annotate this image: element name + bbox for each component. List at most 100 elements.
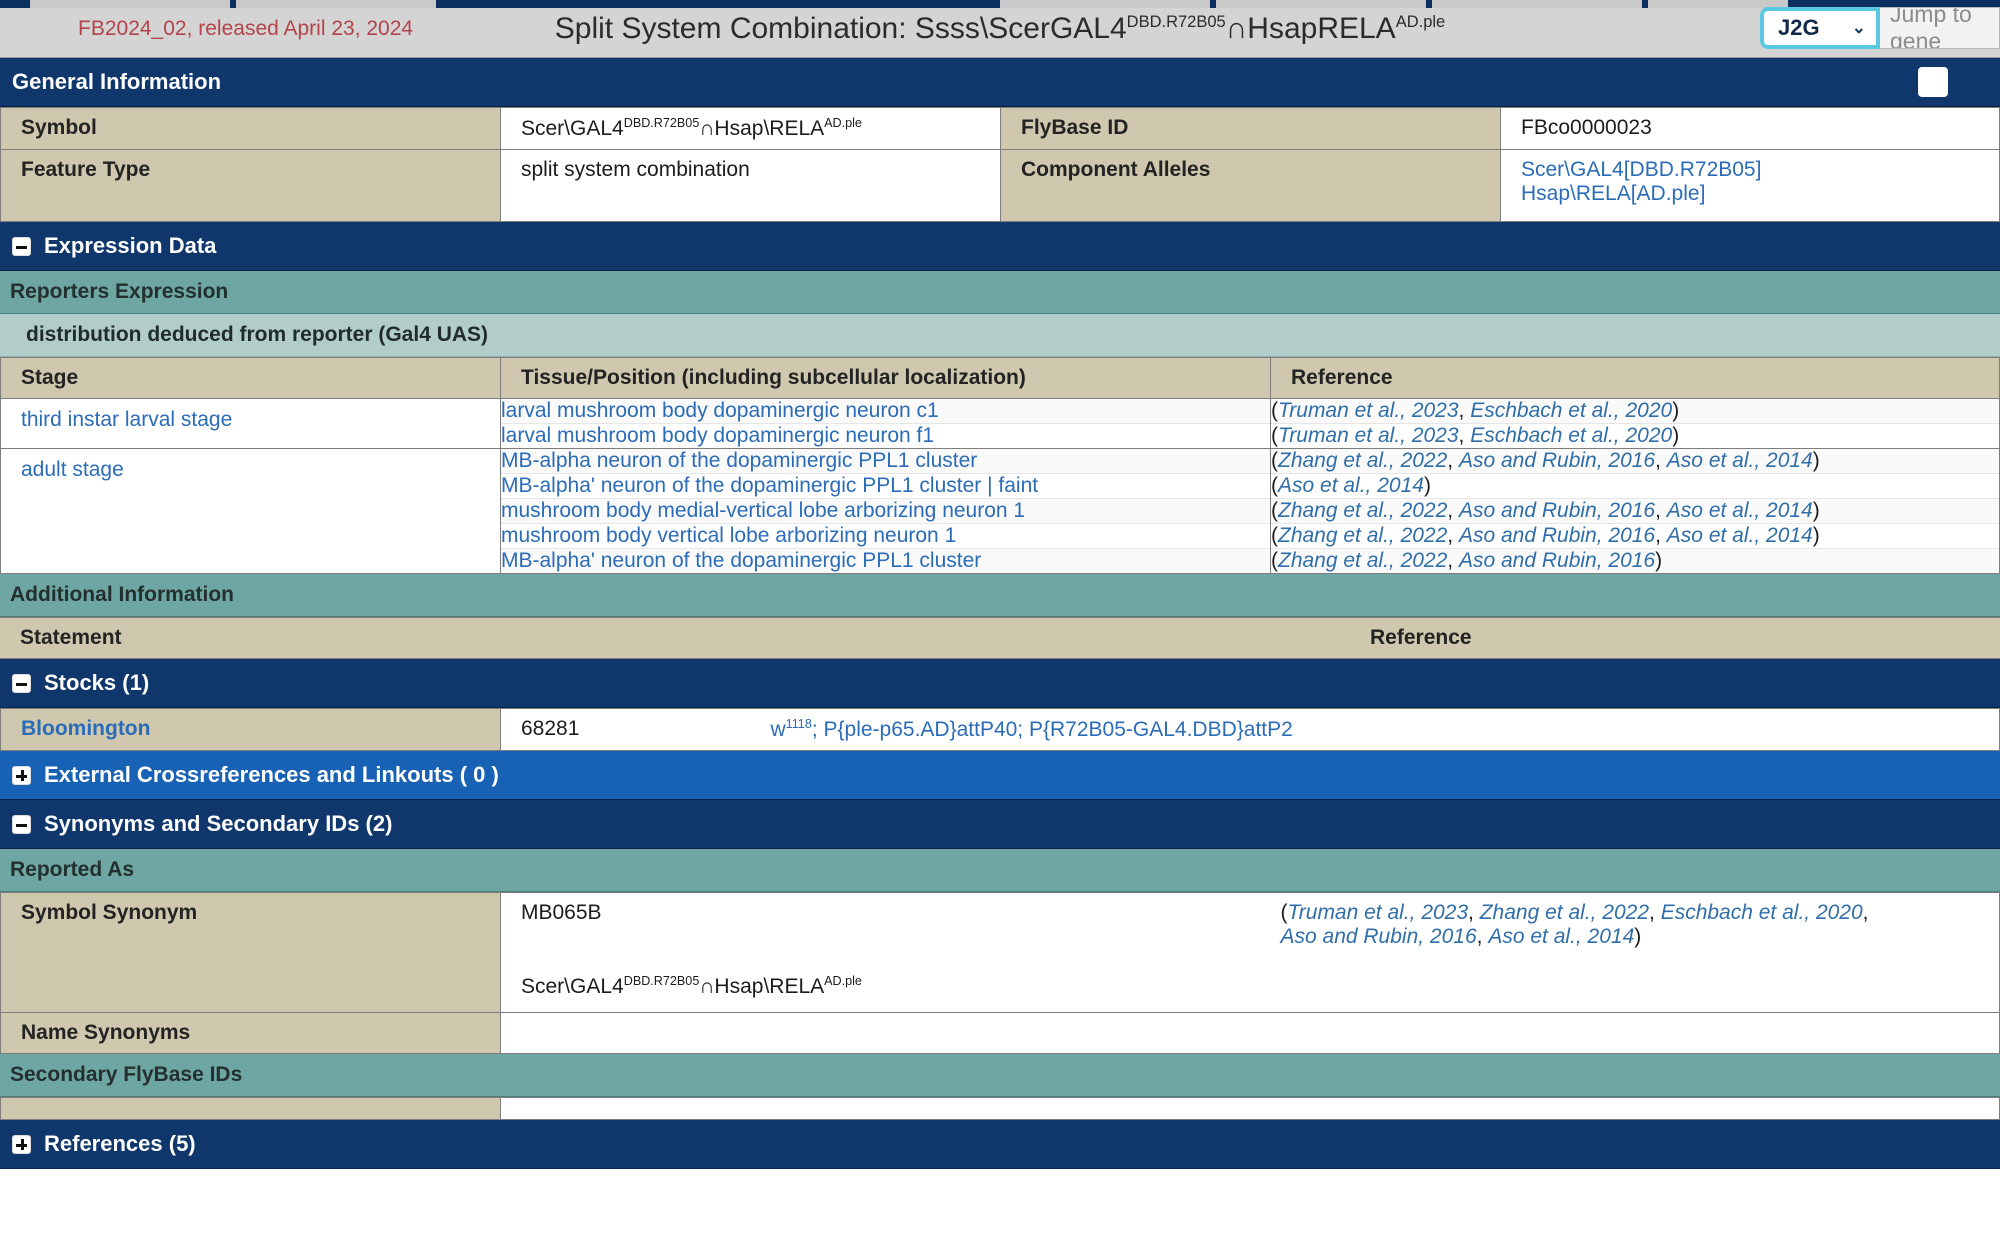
general-information-table: Symbol Scer\GAL4DBD.R72B05∩Hsap\RELAAD.p…	[0, 107, 2000, 222]
tissue-link[interactable]: mushroom body vertical lobe arborizing n…	[501, 524, 956, 547]
browser-tab[interactable]	[236, 0, 436, 8]
column-header-reference: Reference	[1360, 618, 2000, 659]
tissue-cell: MB-alpha' neuron of the dopaminergic PPL…	[501, 549, 1270, 574]
jump-search-placeholder: Jump to gene	[1890, 7, 1989, 49]
subsection-secondary-flybase-ids: Secondary FlyBase IDs	[0, 1054, 2000, 1097]
reference-link[interactable]: Zhang et al., 2022	[1480, 901, 1649, 924]
stage-link[interactable]: third instar larval stage	[21, 408, 232, 431]
reference-link[interactable]: Eschbach et al., 2020	[1661, 901, 1863, 924]
browser-tab[interactable]	[30, 0, 230, 8]
table-row: third instar larval stage larval mushroo…	[1, 399, 2000, 449]
symbol-synonym-value: MB065B	[501, 893, 1271, 966]
stocks-table: Bloomington 68281 w1118; P{ple-p65.AD}at…	[0, 708, 2000, 751]
browser-tab[interactable]	[1000, 0, 1210, 8]
tissue-link[interactable]: larval mushroom body dopaminergic neuron…	[501, 424, 934, 447]
page-title-superscript-2: AD.ple	[1396, 13, 1446, 31]
symbol-synonym-2-mid: ∩Hsap\RELA	[699, 975, 824, 998]
reference-link[interactable]: Eschbach et al., 2020	[1470, 399, 1672, 422]
paren-close: )	[1672, 399, 1679, 422]
stock-center-cell: Bloomington	[1, 709, 501, 751]
flybase-id-value: FBco0000023	[1501, 108, 2000, 150]
list-item: mushroom body medial-vertical lobe arbor…	[501, 499, 1270, 524]
rss-feed-icon[interactable]	[1918, 67, 1948, 97]
stage-link[interactable]: adult stage	[21, 458, 124, 481]
reference-link[interactable]: Aso et al., 2014	[1667, 499, 1813, 522]
section-header-general-information[interactable]: General Information	[0, 58, 2000, 107]
list-item: (Aso et al., 2014)	[1271, 474, 1999, 499]
secondary-id-value	[501, 1098, 2000, 1120]
table-row: Feature Type split system combination Co…	[1, 150, 2000, 222]
reference-link[interactable]: Zhang et al., 2022	[1278, 524, 1447, 547]
jump-search-input[interactable]: Jump to gene	[1880, 7, 2000, 49]
top-bar: FB2024_02, released April 23, 2024 Split…	[0, 0, 2000, 58]
reference-link[interactable]: Aso and Rubin, 2016	[1459, 449, 1655, 472]
section-header-expression-data[interactable]: Expression Data	[0, 222, 2000, 271]
list-item: (Zhang et al., 2022, Aso and Rubin, 2016…	[1271, 499, 1999, 524]
tissue-cell-group: larval mushroom body dopaminergic neuron…	[501, 399, 1271, 449]
tissue-link[interactable]: MB-alpha' neuron of the dopaminergic PPL…	[501, 549, 981, 572]
section-header-external-crossreferences[interactable]: External Crossreferences and Linkouts ( …	[0, 751, 2000, 800]
collapse-minus-icon[interactable]	[12, 815, 31, 834]
stage-cell: adult stage	[1, 449, 501, 574]
collapse-minus-icon[interactable]	[12, 674, 31, 693]
page-title-prefix: Split System Combination: Ssss\ScerGAL4	[555, 12, 1127, 45]
genotype-prefix: w	[771, 718, 786, 741]
browser-tab[interactable]	[1432, 0, 1642, 8]
table-row: Symbol Synonym MB065B (Truman et al., 20…	[1, 893, 2000, 966]
tissue-link[interactable]: larval mushroom body dopaminergic neuron…	[501, 399, 939, 422]
tissue-cell: larval mushroom body dopaminergic neuron…	[501, 424, 1270, 449]
chevron-down-icon: ⌄	[1852, 18, 1866, 38]
reference-link[interactable]: Aso et al., 2014	[1278, 474, 1424, 497]
tissue-cell: mushroom body vertical lobe arborizing n…	[501, 524, 1270, 549]
name-synonyms-label: Name Synonyms	[1, 1013, 501, 1054]
section-header-references[interactable]: References (5)	[0, 1120, 2000, 1169]
tissue-cell: larval mushroom body dopaminergic neuron…	[501, 399, 1270, 424]
component-allele-link[interactable]: Scer\GAL4[DBD.R72B05]	[1521, 158, 1761, 181]
tissue-link[interactable]: MB-alpha' neuron of the dopaminergic PPL…	[501, 474, 1038, 497]
reference-link[interactable]: Aso et al., 2014	[1667, 524, 1813, 547]
reference-link[interactable]: Eschbach et al., 2020	[1470, 424, 1672, 447]
reference-link[interactable]: Aso and Rubin, 2016	[1459, 499, 1655, 522]
tissue-cell: mushroom body medial-vertical lobe arbor…	[501, 499, 1270, 524]
collapse-minus-icon[interactable]	[12, 237, 31, 256]
reference-link[interactable]: Truman et al., 2023	[1278, 424, 1459, 447]
reference-link[interactable]: Truman et al., 2023	[1278, 399, 1459, 422]
reference-link[interactable]: Aso et al., 2014	[1488, 925, 1634, 948]
subsection-reporters-expression: Reporters Expression	[0, 271, 2000, 314]
reference-link[interactable]: Zhang et al., 2022	[1278, 499, 1447, 522]
tissue-link[interactable]: mushroom body medial-vertical lobe arbor…	[501, 499, 1025, 522]
stock-genotype-link[interactable]: w1118; P{ple-p65.AD}attP40; P{R72B05-GAL…	[771, 718, 1293, 741]
symbol-synonym-2-sup2: AD.ple	[824, 974, 862, 988]
section-header-synonyms[interactable]: Synonyms and Secondary IDs (2)	[0, 800, 2000, 849]
expand-plus-icon[interactable]	[12, 766, 31, 785]
secondary-id-label	[1, 1098, 501, 1120]
tissue-link[interactable]: MB-alpha neuron of the dopaminergic PPL1…	[501, 449, 977, 472]
j2g-dropdown-value: J2G	[1778, 15, 1820, 41]
release-note: FB2024_02, released April 23, 2024	[0, 17, 413, 41]
table-row: Bloomington 68281 w1118; P{ple-p65.AD}at…	[1, 709, 2000, 751]
reference-link[interactable]: Zhang et al., 2022	[1278, 549, 1447, 572]
symbol-value-prefix: Scer\GAL4	[521, 117, 624, 140]
reference-link[interactable]: Zhang et al., 2022	[1278, 449, 1447, 472]
expand-plus-icon[interactable]	[12, 1135, 31, 1154]
reference-link[interactable]: Aso et al., 2014	[1667, 449, 1813, 472]
component-alleles-value: Scer\GAL4[DBD.R72B05] Hsap\RELA[AD.ple]	[1501, 150, 2000, 222]
stock-number-cell: 68281	[501, 709, 751, 751]
j2g-dropdown[interactable]: J2G ⌄	[1760, 7, 1880, 49]
reference-link[interactable]: Aso and Rubin, 2016	[1459, 524, 1655, 547]
stage-cell: third instar larval stage	[1, 399, 501, 449]
browser-tab[interactable]	[1216, 0, 1426, 8]
subsection-reported-as: Reported As	[0, 849, 2000, 892]
reference-link[interactable]: Aso and Rubin, 2016	[1459, 549, 1655, 572]
reference-cell: (Zhang et al., 2022, Aso and Rubin, 2016…	[1271, 549, 1999, 574]
reference-link[interactable]: Aso and Rubin, 2016	[1281, 925, 1477, 948]
reference-link[interactable]: Truman et al., 2023	[1288, 901, 1469, 924]
list-item: MB-alpha' neuron of the dopaminergic PPL…	[501, 474, 1270, 499]
stock-center-link[interactable]: Bloomington	[21, 717, 150, 740]
page-title-superscript-1: DBD.R72B05	[1127, 13, 1226, 31]
section-header-stocks[interactable]: Stocks (1)	[0, 659, 2000, 708]
table-row: Symbol Scer\GAL4DBD.R72B05∩Hsap\RELAAD.p…	[1, 108, 2000, 150]
symbol-synonym-value-2: Scer\GAL4DBD.R72B05∩Hsap\RELAAD.ple	[501, 966, 1271, 1013]
table-header-row: Stage Tissue/Position (including subcell…	[1, 358, 2000, 399]
component-allele-link[interactable]: Hsap\RELA[AD.ple]	[1521, 182, 1705, 205]
